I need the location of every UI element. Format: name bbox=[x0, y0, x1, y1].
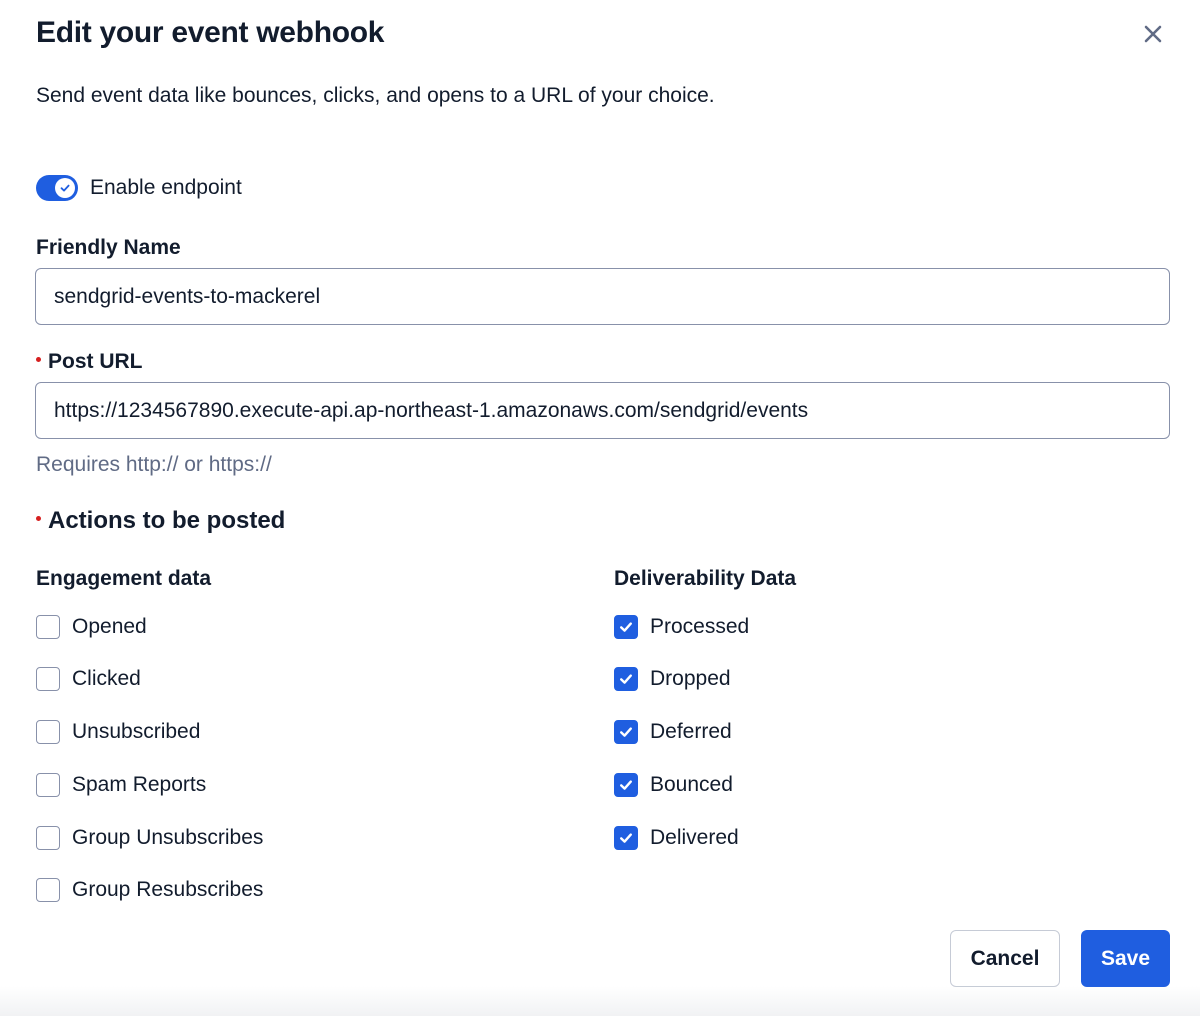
checkbox-bounced[interactable]: Bounced bbox=[614, 773, 733, 797]
check-icon bbox=[620, 674, 632, 684]
checkbox-label: Dropped bbox=[650, 667, 731, 690]
post-url-input[interactable] bbox=[35, 382, 1170, 439]
actions-section-title: Actions to be posted bbox=[48, 507, 286, 534]
post-url-helper-text: Requires http:// or https:// bbox=[36, 453, 272, 476]
bottom-shadow bbox=[0, 986, 1200, 1016]
post-url-label: Post URL bbox=[48, 350, 143, 373]
checkbox-box[interactable] bbox=[36, 878, 60, 902]
checkbox-label: Bounced bbox=[650, 773, 733, 796]
friendly-name-label: Friendly Name bbox=[36, 236, 181, 259]
check-icon bbox=[620, 622, 632, 632]
check-icon bbox=[620, 833, 632, 843]
checkbox-spam-reports[interactable]: Spam Reports bbox=[36, 773, 206, 797]
checkbox-box[interactable] bbox=[36, 826, 60, 850]
actions-section-title-row: Actions to be posted bbox=[36, 507, 285, 535]
cancel-button[interactable]: Cancel bbox=[950, 930, 1060, 987]
checkbox-group-unsubscribes[interactable]: Group Unsubscribes bbox=[36, 826, 263, 850]
close-icon bbox=[1144, 25, 1162, 43]
checkbox-box[interactable] bbox=[614, 667, 638, 691]
enable-endpoint-toggle[interactable] bbox=[36, 175, 78, 201]
checkbox-box[interactable] bbox=[614, 826, 638, 850]
dialog-title: Edit your event webhook bbox=[36, 16, 385, 49]
close-button[interactable] bbox=[1137, 18, 1169, 50]
checkbox-delivered[interactable]: Delivered bbox=[614, 826, 739, 850]
checkbox-label: Processed bbox=[650, 615, 750, 638]
checkbox-label: Group Unsubscribes bbox=[72, 826, 264, 849]
checkbox-box[interactable] bbox=[614, 773, 638, 797]
checkbox-box[interactable] bbox=[614, 720, 638, 744]
checkbox-box[interactable] bbox=[36, 773, 60, 797]
checkbox-group-resubscribes[interactable]: Group Resubscribes bbox=[36, 878, 263, 902]
checkbox-label: Opened bbox=[72, 615, 147, 638]
check-icon bbox=[60, 184, 70, 192]
checkbox-label: Clicked bbox=[72, 667, 141, 690]
checkbox-unsubscribed[interactable]: Unsubscribed bbox=[36, 720, 200, 744]
save-button[interactable]: Save bbox=[1081, 930, 1170, 987]
checkbox-opened[interactable]: Opened bbox=[36, 615, 147, 639]
post-url-label-row: Post URL bbox=[36, 350, 143, 374]
enable-endpoint-row: Enable endpoint bbox=[36, 175, 242, 201]
dialog-subtitle: Send event data like bounces, clicks, an… bbox=[36, 84, 715, 107]
enable-endpoint-label: Enable endpoint bbox=[90, 176, 242, 199]
checkbox-label: Delivered bbox=[650, 826, 739, 849]
checkbox-processed[interactable]: Processed bbox=[614, 615, 749, 639]
checkbox-clicked[interactable]: Clicked bbox=[36, 667, 141, 691]
toggle-knob bbox=[55, 178, 75, 198]
required-indicator bbox=[36, 516, 41, 522]
checkbox-box[interactable] bbox=[36, 667, 60, 691]
checkbox-dropped[interactable]: Dropped bbox=[614, 667, 731, 691]
checkbox-label: Unsubscribed bbox=[72, 720, 201, 743]
check-icon bbox=[620, 780, 632, 790]
friendly-name-input[interactable] bbox=[35, 268, 1170, 325]
checkbox-box[interactable] bbox=[36, 615, 60, 639]
engagement-data-heading: Engagement data bbox=[36, 567, 212, 590]
checkbox-label: Deferred bbox=[650, 720, 732, 743]
checkbox-box[interactable] bbox=[36, 720, 60, 744]
edit-webhook-dialog: Edit your event webhook Send event data … bbox=[0, 0, 1200, 1016]
deliverability-data-heading: Deliverability Data bbox=[614, 567, 797, 590]
checkbox-label: Spam Reports bbox=[72, 773, 207, 796]
required-indicator bbox=[36, 356, 41, 362]
checkbox-deferred[interactable]: Deferred bbox=[614, 720, 732, 744]
checkbox-box[interactable] bbox=[614, 615, 638, 639]
check-icon bbox=[620, 727, 632, 737]
checkbox-label: Group Resubscribes bbox=[72, 878, 264, 901]
